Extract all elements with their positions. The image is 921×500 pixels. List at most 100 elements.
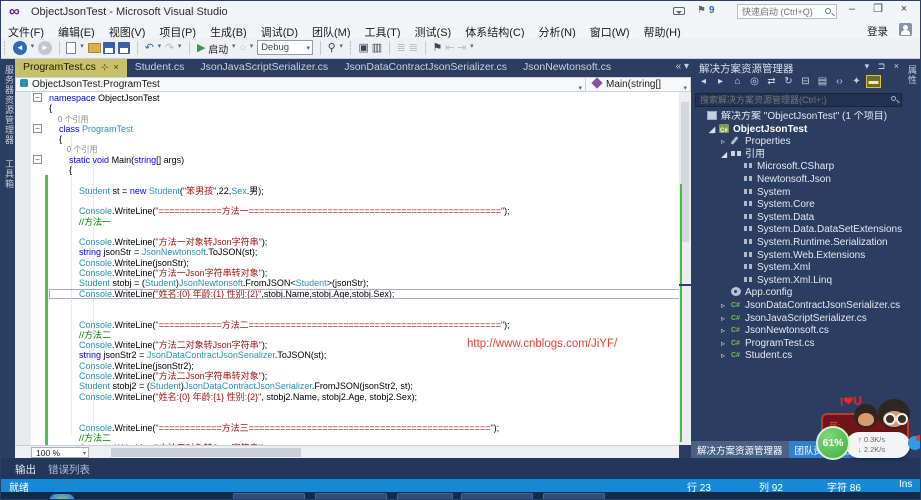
tree-item[interactable]: ◢引用: [691, 149, 906, 162]
start-debug-icon[interactable]: ▶: [197, 41, 205, 56]
start-debug-button[interactable]: 启动: [208, 41, 228, 56]
search-icon[interactable]: [825, 8, 831, 14]
start-button[interactable]: [49, 494, 75, 500]
start-dropdown-icon[interactable]: ▾: [232, 42, 236, 50]
code-line[interactable]: namespace ObjectJsonTest: [49, 93, 679, 103]
maximize-button[interactable]: ❐: [865, 1, 891, 19]
new-file-button[interactable]: [66, 42, 76, 54]
scope-icon[interactable]: ◎: [748, 76, 761, 87]
notification-dot-icon[interactable]: [908, 436, 921, 450]
preview-selected-icon[interactable]: ▬: [867, 76, 880, 87]
fold-collapse-icon[interactable]: −: [33, 155, 42, 164]
code-line[interactable]: Console.WriteLine(jsonStr);: [49, 258, 679, 268]
bookmark-button[interactable]: ⚑: [432, 41, 442, 56]
bottom-panel-tab[interactable]: 错误列表: [48, 462, 90, 477]
toolbar-grip[interactable]: [4, 41, 8, 55]
save-all-button[interactable]: [118, 42, 130, 54]
code-line[interactable]: Student stobj = (Student)JsonNewtonsoft.…: [49, 278, 679, 288]
tree-item[interactable]: System.Xml: [691, 262, 906, 275]
taskbar-item[interactable]: [543, 493, 605, 500]
expander-icon[interactable]: ▹: [721, 313, 731, 326]
code-line[interactable]: Console.WriteLine("姓名:{0} 年龄:{1} 性别:{2}"…: [49, 289, 679, 299]
expander-icon[interactable]: ▹: [721, 300, 731, 313]
home-icon[interactable]: ⌂: [731, 76, 744, 87]
document-tab[interactable]: ProgramTest.cs⊹×: [15, 59, 127, 77]
step-into-button[interactable]: ▣: [359, 41, 369, 56]
panel-tab[interactable]: 解决方案资源管理器: [691, 441, 789, 458]
user-avatar-icon[interactable]: [899, 23, 912, 36]
code-content[interactable]: namespace ObjectJsonTest{ 0 个引用 class Pr…: [49, 93, 679, 445]
code-line[interactable]: [49, 175, 679, 185]
member-dropdown[interactable]: Main(string[] args)▾: [587, 78, 690, 91]
code-line[interactable]: 0 个引用: [49, 144, 679, 154]
network-speed-widget[interactable]: ↑ 0.3K/s ↓ 2.2K/s: [846, 432, 910, 458]
navigate-forward-button[interactable]: ►: [38, 41, 52, 55]
code-line[interactable]: Student st = new Student("笨男孩",22,Sex.男)…: [49, 186, 679, 196]
tree-item[interactable]: System: [691, 187, 906, 200]
tab-overflow-icons[interactable]: « ▾: [676, 61, 689, 72]
new-file-dropdown-icon[interactable]: ▾: [80, 42, 84, 50]
code-line[interactable]: Console.WriteLine("============方法一======…: [49, 206, 679, 216]
tree-item[interactable]: Newtonsoft.Json: [691, 174, 906, 187]
navigate-back-button[interactable]: ◄: [13, 41, 27, 55]
panel-window-buttons[interactable]: ▾ ⊐ ×: [865, 61, 902, 72]
code-line[interactable]: Console.WriteLine("方法二Json字符串转对象");: [49, 371, 679, 381]
next-bookmark-button[interactable]: ⇥: [457, 41, 466, 56]
pin-icon[interactable]: ⊹: [101, 62, 109, 72]
code-line[interactable]: string jsonStr2 = JsonDataContractJsonSe…: [49, 350, 679, 360]
code-line[interactable]: {: [49, 103, 679, 113]
zoom-select[interactable]: 100 %▾: [31, 447, 89, 458]
vertical-scrollbar[interactable]: [679, 92, 691, 445]
close-button[interactable]: ×: [891, 1, 917, 19]
view-code-icon[interactable]: ‹›: [833, 76, 846, 87]
code-line[interactable]: static void Main(string[] args): [49, 155, 679, 165]
code-line[interactable]: class ProgramTest: [49, 124, 679, 134]
expander-icon[interactable]: ▹: [721, 136, 731, 149]
code-line[interactable]: [49, 196, 679, 206]
code-line[interactable]: 0 个引用: [49, 114, 679, 124]
type-dropdown[interactable]: ObjectJsonTest.ProgramTest▾: [16, 78, 586, 91]
expander-icon[interactable]: ▹: [721, 350, 731, 363]
find-in-files-button[interactable]: ⚲: [328, 41, 336, 56]
tree-item[interactable]: System.Data.DataSetExtensions: [691, 224, 906, 237]
code-line[interactable]: {: [49, 165, 679, 175]
tool-window-tab[interactable]: 属性: [906, 65, 919, 85]
code-line[interactable]: Console.WriteLine("============方法三======…: [49, 423, 679, 433]
prev-bookmark-button[interactable]: ⇤: [445, 41, 454, 56]
tree-item[interactable]: System.Runtime.Serialization: [691, 237, 906, 250]
undo-dropdown-icon[interactable]: ▾: [158, 42, 162, 50]
fold-gutter[interactable]: −−−: [31, 92, 45, 445]
code-line[interactable]: Console.WriteLine(jsonStr2);: [49, 361, 679, 371]
indent-increase-button[interactable]: ≣: [409, 41, 418, 56]
forward-icon[interactable]: ▸: [714, 76, 727, 87]
code-line[interactable]: [49, 402, 679, 412]
tree-item[interactable]: 解决方案 "ObjectJsonTest" (1 个项目): [691, 111, 906, 124]
save-button[interactable]: [103, 42, 115, 54]
code-line[interactable]: Console.WriteLine("============方法二======…: [49, 320, 679, 330]
tree-item[interactable]: System.Core: [691, 199, 906, 212]
code-line[interactable]: [49, 299, 679, 309]
tree-item[interactable]: Microsoft.CSharp: [691, 161, 906, 174]
restart-button[interactable]: ○: [239, 41, 246, 56]
step-over-button[interactable]: ▥: [372, 41, 382, 56]
code-line[interactable]: //方法一: [49, 217, 679, 227]
taskbar-item[interactable]: [233, 493, 305, 500]
navigate-back-dropdown-icon[interactable]: ▾: [31, 42, 35, 50]
tree-item[interactable]: System.Web.Extensions: [691, 250, 906, 263]
code-editor[interactable]: −−− namespace ObjectJsonTest{ 0 个引用 clas…: [15, 92, 679, 445]
tree-item[interactable]: ▹JsonDataContractJsonSerializer.cs: [691, 300, 906, 313]
quick-launch-input[interactable]: [737, 4, 837, 19]
expander-icon[interactable]: ▹: [721, 338, 731, 351]
taskbar-item[interactable]: [397, 493, 453, 500]
toolbar-overflow-icon[interactable]: ▾: [470, 42, 474, 50]
battery-percent-badge[interactable]: 61%: [816, 426, 850, 460]
toolbar-overflow-icon[interactable]: ▾: [339, 42, 343, 50]
indent-decrease-button[interactable]: ≣: [397, 41, 406, 56]
document-tab[interactable]: JsonDataContractJsonSerializer.cs: [336, 59, 515, 77]
windows-taskbar[interactable]: [1, 492, 921, 500]
open-file-button[interactable]: [88, 43, 101, 53]
code-line[interactable]: Console.WriteLine("姓名:{0} 年龄:{1} 性别:{2}"…: [49, 392, 679, 402]
tree-item[interactable]: ▹ProgramTest.cs: [691, 338, 906, 351]
collapse-all-icon[interactable]: ⊟: [799, 76, 812, 87]
code-line[interactable]: Console.WriteLine("方法一对象转Json字符串");: [49, 237, 679, 247]
